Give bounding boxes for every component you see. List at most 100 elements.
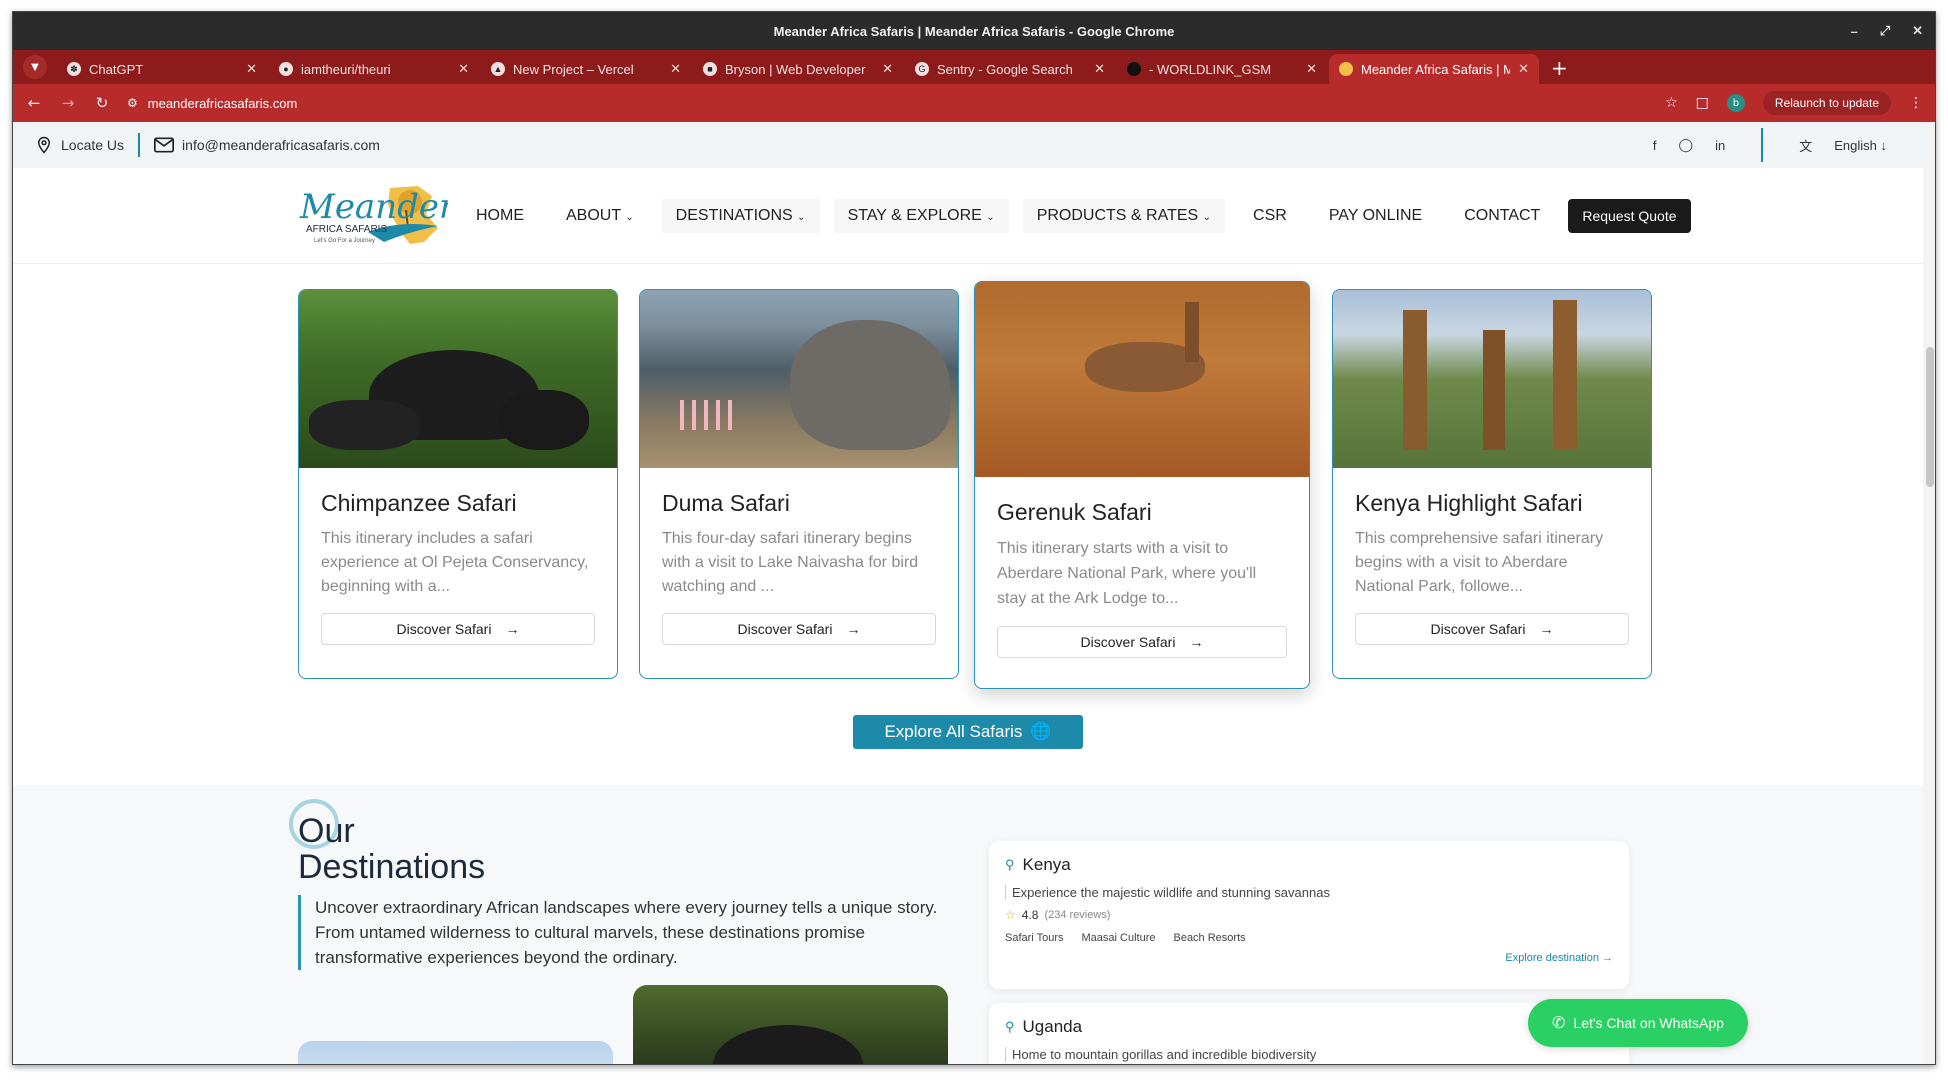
destination-label: Uganda	[1022, 1017, 1083, 1036]
tab-label: Bryson | Web Developer	[725, 61, 866, 77]
rating-value: 4.8	[1021, 908, 1039, 922]
divider	[1761, 128, 1764, 162]
meander-logo[interactable]: Meander AFRICA SAFARIS Let's Go For a Jo…	[298, 180, 457, 252]
url-field[interactable]: ⚙ meanderafricasafaris.com	[127, 96, 1649, 111]
button-label: Discover Safari	[737, 621, 833, 637]
instagram-icon[interactable]: ◯	[1679, 137, 1694, 153]
arrow-right-icon: →	[1539, 621, 1554, 637]
chevron-down-icon: ⌄	[797, 211, 806, 223]
menu-kebab-icon[interactable]: ⋮	[1909, 95, 1923, 111]
nav-pay-online[interactable]: PAY ONLINE	[1315, 199, 1436, 233]
whatsapp-icon: ✆	[1552, 1015, 1566, 1032]
svg-text:AFRICA SAFARIS: AFRICA SAFARIS	[306, 224, 387, 235]
facebook-icon[interactable]: f	[1653, 138, 1657, 153]
nav-destinations[interactable]: DESTINATIONS ⌄	[661, 198, 820, 233]
destination-card-kenya[interactable]: ⚲ Kenya Experience the majestic wildlife …	[989, 841, 1629, 989]
reload-icon[interactable]: ↻	[93, 94, 111, 112]
location-pin-icon: ⚲	[1005, 857, 1015, 872]
safari-card[interactable]: Chimpanzee Safari This itinerary include…	[298, 289, 618, 679]
email-label: info@meanderafricasafaris.com	[182, 137, 380, 153]
title-line-2: Destinations	[298, 848, 486, 886]
chimpanzee-image	[299, 290, 617, 468]
main-nav: HOME ABOUT ⌄ DESTINATIONS ⌄ STAY & EXPLO…	[462, 198, 1691, 233]
close-tab-icon[interactable]: ✕	[458, 61, 469, 77]
chatgpt-icon: ✽	[67, 62, 81, 76]
site-settings-icon[interactable]: ⚙	[127, 96, 138, 110]
close-tab-icon[interactable]: ✕	[882, 61, 893, 77]
discover-safari-button[interactable]: Discover Safari →	[321, 613, 595, 645]
tag-list: Safari Tours Maasai Culture Beach Resort…	[1005, 932, 1613, 944]
back-icon[interactable]: ←	[25, 94, 43, 112]
safari-card[interactable]: Gerenuk Safari This itinerary starts wit…	[974, 281, 1310, 689]
whatsapp-chat-button[interactable]: ✆ Let's Chat on WhatsApp	[1528, 999, 1748, 1047]
close-tab-icon[interactable]: ✕	[1094, 61, 1105, 77]
extensions-icon[interactable]: □	[1696, 95, 1709, 111]
tab-vercel[interactable]: ▲ New Project – Vercel ✕	[481, 54, 691, 84]
toolbar-right: ☆ □ b Relaunch to update ⋮	[1665, 91, 1923, 115]
nav-stay-explore[interactable]: STAY & EXPLORE ⌄	[833, 198, 1009, 233]
discover-safari-button[interactable]: Discover Safari →	[662, 613, 936, 645]
close-icon[interactable]: ✕	[1912, 23, 1923, 39]
rhino-image	[640, 290, 958, 468]
nav-products-label: PRODUCTS & RATES	[1036, 206, 1199, 224]
nav-about[interactable]: ABOUT ⌄	[552, 199, 648, 233]
section-title: Our Destinations	[298, 813, 485, 885]
locate-us-label: Locate Us	[61, 137, 125, 153]
location-pin-icon: ⚲	[1005, 1019, 1015, 1034]
close-tab-icon[interactable]: ✕	[670, 61, 681, 77]
globe-icon: 🌐	[1030, 722, 1052, 741]
destination-name: ⚲ Uganda	[1005, 1017, 1613, 1037]
request-quote-button[interactable]: Request Quote	[1568, 198, 1691, 233]
location-pin-icon	[37, 136, 51, 154]
close-tab-icon[interactable]: ✕	[246, 61, 257, 77]
nav-home[interactable]: HOME	[462, 199, 538, 233]
new-tab-icon[interactable]: +	[1541, 56, 1578, 84]
email-link[interactable]: info@meanderafricasafaris.com	[154, 137, 380, 153]
tab-github[interactable]: ● iamtheuri/theuri ✕	[269, 54, 479, 84]
window-title: Meander Africa Safaris | Meander Africa …	[773, 23, 1175, 39]
safari-card[interactable]: Duma Safari This four-day safari itinera…	[639, 289, 959, 679]
scrollbar-thumb[interactable]	[1926, 347, 1934, 487]
relaunch-button[interactable]: Relaunch to update	[1762, 91, 1891, 115]
discover-safari-button[interactable]: Discover Safari →	[997, 626, 1287, 658]
button-label: Discover Safari	[1430, 621, 1526, 637]
close-tab-icon[interactable]: ✕	[1518, 61, 1529, 77]
nav-contact[interactable]: CONTACT	[1450, 199, 1554, 233]
forward-icon[interactable]: →	[59, 94, 77, 112]
card-description: This comprehensive safari itinerary begi…	[1355, 530, 1604, 595]
safari-card[interactable]: Kenya Highlight Safari This comprehensiv…	[1332, 289, 1652, 679]
title-line-1: Our	[298, 812, 355, 850]
bookmark-star-icon[interactable]: ☆	[1665, 95, 1678, 111]
nav-csr[interactable]: CSR	[1239, 199, 1301, 233]
language-select[interactable]: English ↓	[1834, 138, 1887, 153]
profile-avatar[interactable]: b	[1726, 94, 1745, 112]
linkedin-icon[interactable]: in	[1715, 138, 1725, 153]
meander-logo-graphic: Meander AFRICA SAFARIS Let's Go For a Jo…	[299, 185, 457, 244]
tag: Maasai Culture	[1081, 932, 1156, 944]
tab-search-icon[interactable]: ▼	[23, 55, 47, 79]
discover-safari-button[interactable]: Discover Safari →	[1355, 613, 1629, 645]
tab-bryson[interactable]: ■ Bryson | Web Developer ✕	[693, 54, 903, 84]
locate-us-link[interactable]: Locate Us	[35, 136, 124, 154]
tab-sentry-search[interactable]: G Sentry - Google Search ✕	[905, 54, 1115, 84]
google-icon: G	[915, 62, 929, 76]
safari-cards: Chimpanzee Safari This itinerary include…	[298, 281, 1652, 689]
address-bar: ← → ↻ ⚙ meanderafricasafaris.com ☆ □ b R…	[13, 84, 1935, 122]
tab-chatgpt[interactable]: ✽ ChatGPT ✕	[57, 54, 267, 84]
close-tab-icon[interactable]: ✕	[1306, 61, 1317, 77]
explore-all-safaris-button[interactable]: Explore All Safaris 🌐	[853, 715, 1083, 749]
destination-subtitle: Experience the majestic wildlife and stu…	[1005, 885, 1613, 900]
card-title: Kenya Highlight Safari	[1355, 490, 1583, 516]
maximize-icon[interactable]: ⤢	[1880, 23, 1890, 39]
tag: Safari Tours	[1005, 932, 1064, 944]
minimize-icon[interactable]: –	[1850, 24, 1857, 39]
arrow-right-icon: →	[1189, 634, 1204, 650]
site-icon	[1127, 62, 1141, 76]
explore-destination-link[interactable]: Explore destination →	[1005, 952, 1613, 964]
tab-meander[interactable]: Meander Africa Safaris | M ✕	[1329, 54, 1539, 84]
page-scrollbar[interactable]	[1923, 122, 1935, 1064]
nav-products-rates[interactable]: PRODUCTS & RATES ⌄	[1022, 198, 1226, 233]
tab-worldlink[interactable]: - WORLDLINK_GSM ✕	[1117, 54, 1327, 84]
destination-label: Kenya	[1022, 855, 1071, 874]
mail-icon	[154, 137, 175, 153]
